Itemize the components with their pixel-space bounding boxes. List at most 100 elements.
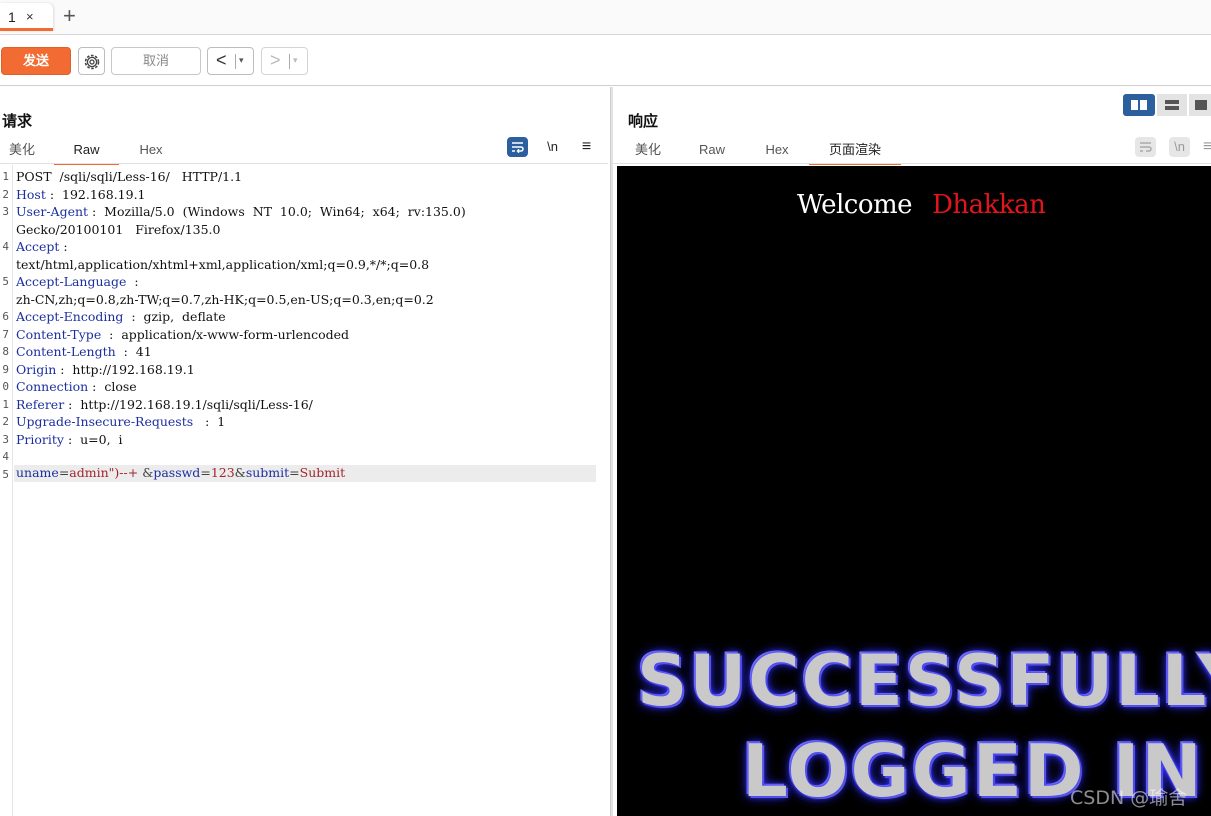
line-number: 9 (2, 362, 9, 376)
response-title: 响应 (628, 113, 659, 130)
response-panel: 响应 美化 Raw Hex 页面渲染 \n ≡ Welcome Dhakkan … (613, 87, 1211, 816)
request-line: User-Agent : Mozilla/5.0 (Windows NT 10.… (16, 204, 466, 219)
split-vertical-button[interactable] (1123, 94, 1155, 116)
split-vertical-icon (1131, 100, 1147, 110)
line-number: 7 (2, 327, 9, 341)
request-line: Content-Type : application/x-www-form-ur… (16, 326, 350, 342)
tab-hex[interactable]: Hex (757, 137, 797, 165)
tab-hex[interactable]: Hex (128, 137, 174, 165)
line-gutter (0, 165, 13, 816)
line-number: 2 (2, 187, 9, 201)
split-horizontal-icon (1165, 100, 1179, 110)
request-editor[interactable]: 1 2 3 4 5 6 7 8 9 0 1 2 3 4 5 POST /sqli/sqli/Less-16/ … (0, 165, 610, 816)
param-key: passwd (153, 465, 201, 480)
tab-bar: 1 × + (0, 0, 1211, 35)
request-line: Accept-Encoding : gzip, deflate (16, 309, 226, 324)
request-line: Accept : (16, 239, 68, 254)
header-name: Host (16, 186, 46, 202)
header-name: Connection (16, 379, 89, 394)
back-icon: < (216, 50, 227, 70)
line-number: 4 (2, 240, 9, 253)
user-name: Dhakkan (932, 190, 1046, 220)
request-line: Gecko/20100101 Firefox/135.0 (16, 221, 221, 237)
tab-render[interactable]: 页面渲染 (809, 137, 901, 165)
param-key: submit (245, 465, 290, 480)
newline-toggle-button[interactable]: \n (542, 137, 563, 157)
newline-toggle-button[interactable]: \n (1169, 137, 1190, 157)
param-value: admin")--+ (69, 465, 139, 480)
single-pane-icon (1195, 100, 1207, 110)
line-number: 4 (2, 450, 9, 463)
header-name: Priority (16, 431, 64, 447)
header-name: Upgrade-Insecure-Requests (16, 414, 202, 429)
wrap-toggle-button[interactable] (507, 137, 528, 157)
tab-number: 1 (8, 9, 16, 25)
ampersand: & (234, 465, 246, 480)
tab-pretty[interactable]: 美化 (0, 137, 44, 165)
forward-dropdown-icon[interactable]: ▾ (293, 55, 298, 66)
tab-1[interactable]: 1 × (0, 3, 53, 31)
line-number: 1 (2, 397, 9, 411)
forward-button[interactable]: > ▾ (261, 47, 308, 75)
line-number: 3 (2, 205, 9, 218)
send-button[interactable]: 发送 (1, 47, 71, 75)
equals-sign: = (58, 465, 70, 480)
success-banner-line1: SUCCESSFULLY (637, 640, 1211, 722)
request-title: 请求 (2, 113, 33, 130)
menu-icon[interactable]: ≡ (576, 137, 597, 157)
welcome-text: Welcome Dhakkan (797, 190, 1046, 220)
header-name: Accept-Language (16, 274, 131, 289)
param-value: Submit (299, 465, 346, 480)
param-value: 123 (210, 465, 235, 480)
button-separator (289, 54, 290, 69)
wrap-toggle-button[interactable] (1135, 137, 1156, 157)
header-name: User-Agent (16, 204, 89, 219)
tab-underline (613, 163, 1211, 164)
tab-underline (0, 163, 608, 164)
request-line: Origin : http://192.168.19.1 (16, 361, 195, 377)
header-name: Content-Type (16, 326, 106, 342)
line-number: 8 (2, 345, 9, 358)
rendered-page: Welcome Dhakkan SUCCESSFULLY LOGGED IN (617, 166, 1211, 816)
request-line: Upgrade-Insecure-Requests : 1 (16, 414, 226, 429)
line-number: 2 (2, 415, 9, 428)
header-name: Accept (16, 239, 60, 254)
line-number: 0 (2, 380, 9, 393)
equals-sign: = (289, 465, 300, 480)
request-line: Content-Length : 41 (16, 344, 152, 359)
back-dropdown-icon[interactable]: ▾ (239, 55, 244, 66)
param-key: uname (16, 465, 59, 480)
settings-button[interactable] (78, 47, 105, 75)
menu-icon[interactable]: ≡ (1203, 137, 1211, 157)
ampersand: & (142, 465, 154, 480)
add-tab-icon[interactable]: + (63, 3, 76, 29)
line-number: 6 (2, 310, 9, 323)
forward-icon: > (270, 50, 281, 70)
line-number: 5 (2, 275, 9, 288)
close-tab-icon[interactable]: × (26, 9, 34, 24)
tab-raw[interactable]: Raw (692, 137, 732, 165)
header-name: Content-Length (16, 344, 120, 359)
welcome-label: Welcome (797, 190, 913, 220)
wrap-icon (1139, 142, 1152, 152)
back-button[interactable]: < ▾ (207, 47, 254, 75)
request-line: Accept-Language : (16, 274, 139, 289)
header-name: Origin (16, 361, 57, 377)
tab-raw[interactable]: Raw (54, 137, 119, 165)
request-line: Connection : close (16, 379, 137, 394)
request-line: zh-CN,zh;q=0.8,zh-TW;q=0.7,zh-HK;q=0.5,e… (16, 291, 434, 307)
wrap-icon (511, 142, 524, 154)
single-pane-button[interactable] (1189, 94, 1211, 116)
header-name: Accept-Encoding (16, 309, 128, 324)
gear-icon (84, 54, 100, 70)
split-horizontal-button[interactable] (1157, 94, 1187, 116)
request-panel: 请求 美化 Raw Hex \n ≡ 1 2 3 4 5 6 7 8 9 0 1 2 3 4 5 POST /… (0, 87, 610, 816)
tab-pretty[interactable]: 美化 (628, 137, 668, 165)
cancel-button[interactable]: 取消 (111, 47, 201, 75)
request-line: Referer : http://192.168.19.1/sqli/sqli/… (16, 396, 313, 412)
line-number: 5 (2, 467, 9, 481)
layout-toggle-group (1123, 94, 1211, 116)
request-body-line: uname=admin")--+ &passwd=123&submit=Subm… (16, 465, 345, 480)
header-name: Referer (16, 396, 65, 412)
watermark: CSDN @瑜舍 (1070, 787, 1188, 809)
